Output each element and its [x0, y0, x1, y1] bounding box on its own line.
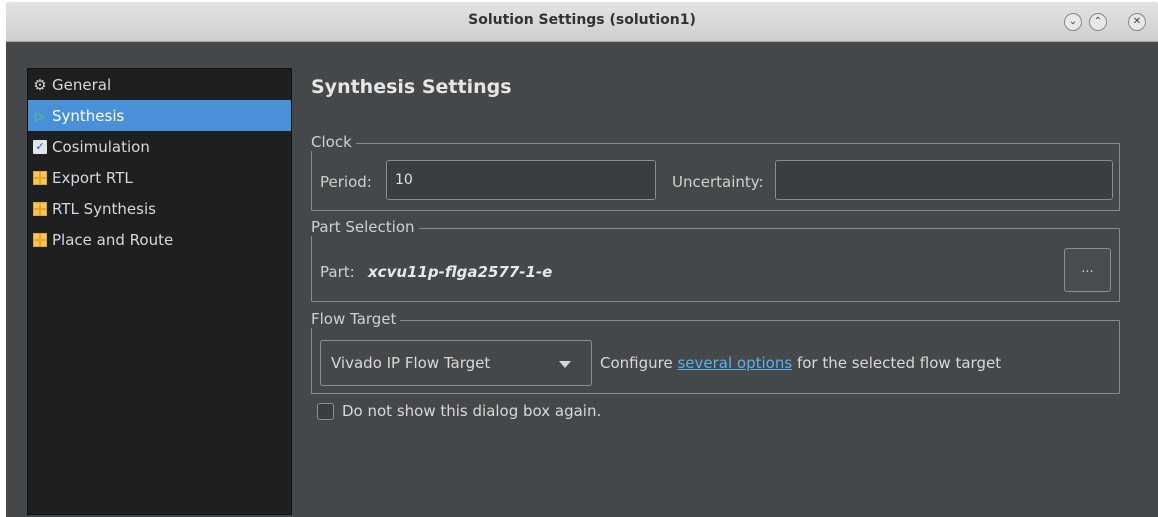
checkbox-icon: ✓: [33, 139, 47, 154]
flow-text-after: for the selected flow target: [792, 354, 1002, 372]
title-bar[interactable]: Solution Settings (solution1) ⌄ ⌃ ✕: [6, 2, 1158, 42]
part-label: Part:: [320, 263, 355, 281]
close-button[interactable]: ✕: [1128, 13, 1146, 31]
sidebar-item-label: General: [52, 75, 112, 94]
part-selection-group-label: Part Selection: [311, 218, 419, 236]
sidebar-item-export-rtl[interactable]: Export RTL: [28, 162, 291, 193]
sidebar-item-general[interactable]: ⚙ General: [28, 69, 291, 100]
chevron-down-icon: ⌄: [1068, 16, 1078, 27]
flow-target-group-label: Flow Target: [311, 310, 401, 328]
sidebar-item-label: RTL Synthesis: [52, 199, 156, 218]
grid-icon: [33, 232, 47, 247]
flow-text-before: Configure: [600, 354, 678, 372]
gear-icon: ⚙: [33, 75, 47, 94]
sidebar-item-cosimulation[interactable]: ✓ Cosimulation: [28, 131, 291, 162]
sidebar-item-label: Cosimulation: [52, 137, 150, 156]
part-value: xcvu11p-flga2577-1-e: [368, 263, 553, 281]
minimize-button[interactable]: ⌄: [1064, 13, 1082, 31]
close-icon: ✕: [1132, 16, 1142, 27]
dont-show-checkbox[interactable]: [317, 403, 334, 420]
flow-target-dropdown[interactable]: Vivado IP Flow Target: [320, 340, 592, 386]
dont-show-label: Do not show this dialog box again.: [342, 402, 602, 420]
caret-down-icon: [559, 361, 571, 368]
play-icon: ▷: [35, 108, 45, 123]
sidebar-item-synthesis[interactable]: ▷ Synthesis: [28, 100, 291, 131]
page-title: Synthesis Settings: [311, 76, 512, 98]
grid-icon: [33, 170, 47, 185]
grid-icon: [33, 201, 47, 216]
window-title: Solution Settings (solution1): [468, 12, 696, 28]
clock-group-label: Clock: [311, 133, 356, 151]
sidebar-item-place-and-route[interactable]: Place and Route: [28, 224, 291, 255]
uncertainty-label: Uncertainty:: [672, 173, 764, 191]
several-options-link[interactable]: several options: [677, 354, 792, 372]
flow-target-selected: Vivado IP Flow Target: [331, 354, 491, 372]
sidebar-item-label: Export RTL: [52, 168, 133, 187]
browse-part-button[interactable]: ...: [1064, 248, 1111, 292]
period-input[interactable]: 10: [386, 160, 656, 200]
maximize-button[interactable]: ⌃: [1089, 13, 1107, 31]
period-label: Period:: [320, 173, 372, 191]
chevron-up-icon: ⌃: [1093, 16, 1103, 27]
sidebar-item-rtl-synthesis[interactable]: RTL Synthesis: [28, 193, 291, 224]
sidebar-item-label: Synthesis: [52, 106, 125, 125]
settings-sidebar: ⚙ General ▷ Synthesis ✓ Cosimulation Exp…: [27, 68, 292, 515]
uncertainty-input[interactable]: [775, 160, 1113, 200]
sidebar-item-label: Place and Route: [52, 230, 174, 249]
flow-target-description: Configure several options for the select…: [600, 354, 1001, 372]
